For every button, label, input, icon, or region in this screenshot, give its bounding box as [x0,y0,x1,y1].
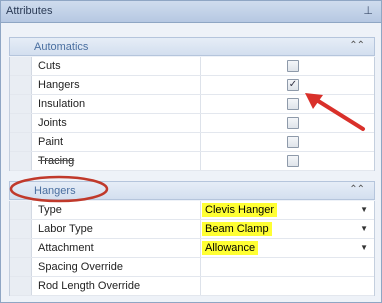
property-label: Hangers [38,79,80,91]
property-label: Tracing [38,155,75,167]
labor-type-value[interactable]: Beam Clamp [202,222,272,236]
hangers-rows: Type Clevis Hanger ▼ Labor Type Beam Cla… [9,201,375,296]
dropdown-arrow-icon[interactable]: ▼ [360,224,368,233]
attachment-value[interactable]: Allowance [202,241,259,255]
row-gutter [10,152,32,170]
column-divider [200,239,201,257]
property-label: Joints [38,117,67,129]
column-divider [200,152,201,170]
type-value[interactable]: Clevis Hanger [202,203,278,217]
collapse-icon[interactable]: ⌃⌃ [349,40,365,51]
group-header-automatics[interactable]: Automatics ⌃⌃ [9,37,375,56]
row-gutter [10,277,32,295]
property-label: Paint [38,136,64,148]
column-divider [200,201,201,219]
column-divider [200,57,201,75]
property-label: Labor Type [38,223,93,235]
row-gutter [10,258,32,276]
checkbox-hangers[interactable]: ✓ [287,79,299,91]
checkbox-tracing[interactable] [287,155,299,167]
row-gutter [10,133,32,151]
property-label: Spacing Override [38,261,123,273]
property-label: Attachment [38,242,94,254]
checkbox-insulation[interactable] [287,98,299,110]
property-label: Insulation [38,98,86,110]
property-label: Type [38,204,62,216]
checkbox-joints[interactable] [287,117,299,129]
column-divider [200,133,201,151]
dropdown-arrow-icon[interactable]: ▼ [360,243,368,252]
row-gutter [10,239,32,257]
panel-titlebar: Attributes ⊥ [1,1,381,23]
annotation-arrow-icon [305,93,365,131]
collapse-icon[interactable]: ⌃⌃ [349,184,365,195]
column-divider [200,258,201,276]
dropdown-arrow-icon[interactable]: ▼ [360,205,368,214]
column-divider [200,95,201,113]
column-divider [200,114,201,132]
column-divider [200,220,201,238]
property-row-labor-type[interactable]: Labor Type Beam Clamp ▼ [10,220,374,239]
pin-icon[interactable]: ⊥ [363,4,373,17]
property-label: Cuts [38,60,61,72]
property-row-cuts[interactable]: Cuts [10,57,374,76]
checkbox-paint[interactable] [287,136,299,148]
column-divider [200,76,201,94]
checkbox-cuts[interactable] [287,60,299,72]
group-title-automatics: Automatics [34,41,89,53]
property-row-rod-length-override[interactable]: Rod Length Override [10,277,374,296]
property-row-spacing-override[interactable]: Spacing Override [10,258,374,277]
attributes-panel: Attributes ⊥ Automatics ⌃⌃ Cuts Hangers … [0,0,382,303]
property-row-attachment[interactable]: Attachment Allowance ▼ [10,239,374,258]
row-gutter [10,114,32,132]
property-label: Rod Length Override [38,280,141,292]
row-gutter [10,95,32,113]
column-divider [200,277,201,295]
row-gutter [10,76,32,94]
property-row-tracing[interactable]: Tracing [10,152,374,171]
row-gutter [10,220,32,238]
row-gutter [10,57,32,75]
panel-title: Attributes [6,5,53,17]
annotation-ellipse [9,175,109,203]
